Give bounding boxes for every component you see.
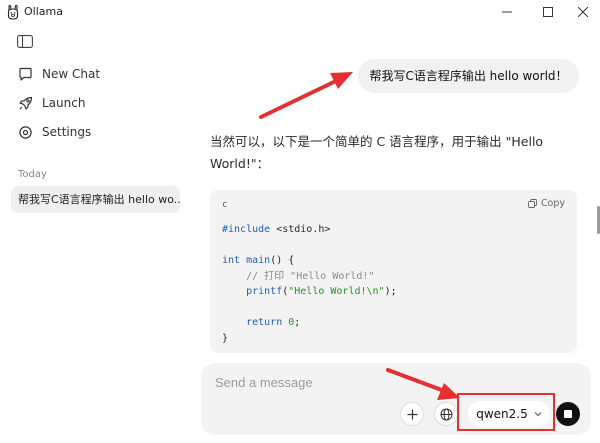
stop-button[interactable] [556,402,580,426]
annotation-highlight-box [457,393,555,431]
maximize-icon [543,7,553,17]
sidebar-item-launch[interactable]: Launch [10,91,85,115]
sidebar-item-settings[interactable]: Settings [10,120,91,144]
code-language: c [222,200,228,210]
plus-icon [407,409,417,419]
sidebar-item-label: Settings [42,125,92,139]
chat-bubble-icon [17,66,33,82]
history-item[interactable]: 帮我写C语言程序输出 hello wo... [11,186,180,213]
sidebar-item-new-chat[interactable]: New Chat [10,62,100,86]
add-attachment-button[interactable] [400,402,424,426]
close-icon [578,7,588,17]
web-search-button[interactable] [434,402,458,426]
minimize-icon [502,11,512,13]
arrow-to-user-message [259,72,353,119]
gear-icon [17,124,33,140]
copy-icon [527,199,537,208]
minimize-button[interactable] [485,0,529,24]
assistant-message: 当然可以，以下是一个简单的 C 语言程序，用于输出 "Hello World!"… [210,134,544,171]
rocket-icon [17,95,33,111]
sidebar-item-label: Launch [42,96,86,110]
maximize-button[interactable] [526,0,570,24]
title-bar: Ollama [0,0,600,24]
code-block: c Copy #include <stdio.h> int main() { /… [210,190,577,353]
copy-button[interactable]: Copy [527,198,565,209]
ollama-logo-icon [7,4,19,20]
sidebar-item-label: New Chat [42,67,101,81]
stop-icon [564,410,572,418]
code-content: #include <stdio.h> int main() { // 打印 "H… [222,224,397,344]
sidebar-toggle-icon[interactable] [17,35,33,48]
history-section-label: Today [18,169,47,180]
copy-label: Copy [540,198,565,209]
message-input[interactable] [215,372,465,392]
close-button[interactable] [566,0,600,24]
user-message: 帮我写C语言程序输出 hello world！ [358,59,579,93]
app-title: Ollama [24,5,63,18]
globe-icon [440,408,452,420]
